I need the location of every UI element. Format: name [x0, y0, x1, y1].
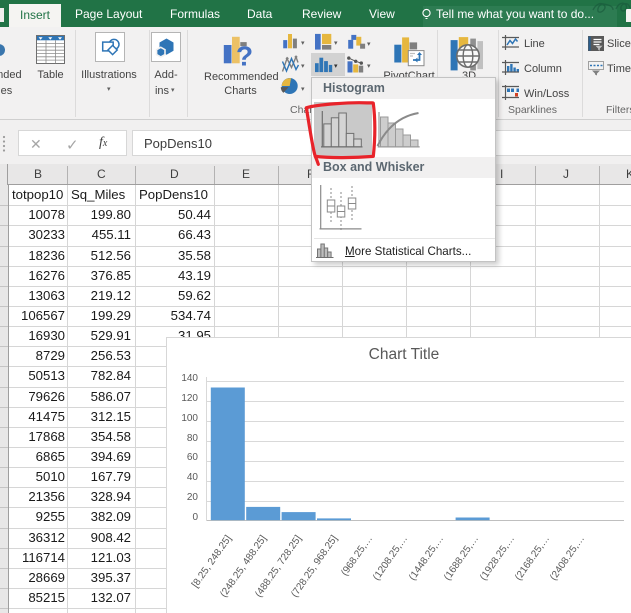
svg-text:?: ?	[236, 41, 253, 69]
